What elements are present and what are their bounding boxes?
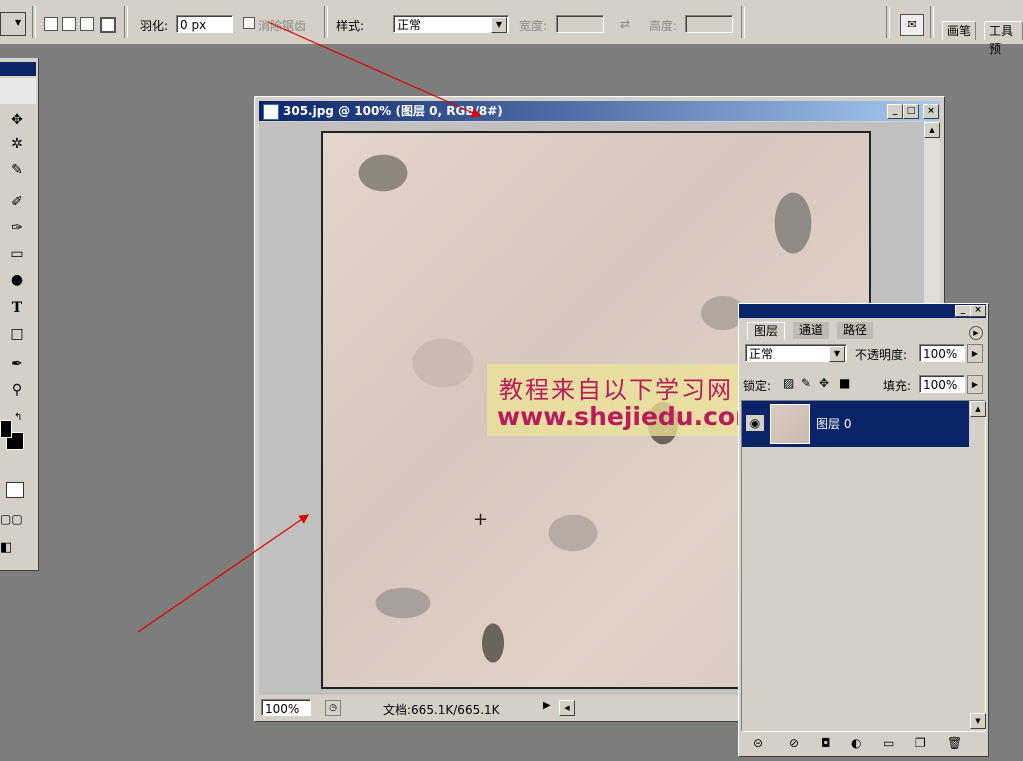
minimize-icon[interactable]: _	[887, 104, 903, 119]
eyedropper-icon[interactable]: ✒	[6, 354, 28, 374]
status-arrow-icon[interactable]: ▶	[543, 700, 551, 711]
adjustment-layer-icon[interactable]: ◐	[851, 736, 861, 750]
panel-title-bar[interactable]: _ ×	[739, 304, 986, 318]
width-input	[556, 15, 604, 33]
opacity-arrow-icon[interactable]: ▶	[967, 344, 983, 363]
feather-logo-icon	[0, 78, 36, 104]
feather-input[interactable]: 0 px	[176, 15, 233, 33]
shape-icon[interactable]: □	[6, 324, 28, 344]
crosshair-cursor-icon: +	[473, 509, 489, 530]
blend-mode-select[interactable]: 正常 ▼	[745, 344, 847, 362]
height-input	[685, 15, 733, 33]
fill-arrow-icon[interactable]: ▶	[967, 375, 983, 394]
maximize-icon[interactable]: □	[903, 104, 919, 119]
zoom-field[interactable]: 100%	[261, 699, 311, 716]
document-title-bar[interactable]: 305.jpg @ 100% (图层 0, RGB/8#) _ □ ×	[259, 101, 940, 121]
close-icon[interactable]: ×	[923, 104, 939, 119]
tab-channels[interactable]: 通道	[793, 322, 830, 339]
scroll-up-icon[interactable]: ▲	[924, 122, 940, 138]
fill-label: 填充:	[883, 379, 912, 393]
watermark-line1: 教程来自以下学习网	[499, 376, 733, 404]
fill-input[interactable]: 100%	[919, 375, 965, 393]
watermark-line2: www.shejiedu.com	[497, 402, 762, 431]
layer-list: ◉ 图层 0 ▲ ▼	[741, 400, 986, 732]
new-layer-icon[interactable]: ❐	[915, 736, 926, 750]
healing-brush-icon[interactable]: ✎	[6, 160, 28, 180]
lock-position-icon[interactable]: ✥	[819, 376, 829, 390]
layer-mask-icon[interactable]: ◘	[821, 736, 831, 750]
doc-info: 文档:665.1K/665.1K	[383, 703, 500, 717]
trash-icon[interactable]: 🗑	[947, 736, 962, 750]
width-label: 宽度:	[519, 19, 548, 33]
layer-row[interactable]: ◉ 图层 0	[742, 401, 969, 447]
layers-panel: _ × 图层 通道 路径 ▶ 正常 ▼ 不透明度: 100% ▶ 锁定: ▨ ✎…	[738, 303, 989, 757]
style-select[interactable]: 正常 ▼	[393, 15, 509, 33]
options-bar: ▼ 羽化: 0 px 消除锯齿 样式: 正常 ▼ 宽度: ⇄ 高度: ✉ 画笔 …	[0, 0, 1023, 56]
chevron-down-icon: ▼	[491, 17, 507, 33]
antialias-checkbox[interactable]	[243, 17, 255, 29]
intersect-selection-icon[interactable]	[100, 17, 116, 33]
eye-icon[interactable]: ◉	[746, 415, 764, 431]
document-icon	[263, 104, 279, 120]
scroll-up-icon[interactable]: ▲	[970, 401, 986, 417]
quick-mask-icon[interactable]	[6, 482, 24, 498]
chevron-down-icon: ▼	[829, 346, 845, 362]
opacity-label: 不透明度:	[855, 348, 908, 362]
palette-well-icon[interactable]: ✉	[900, 14, 924, 36]
minimize-icon[interactable]: _	[955, 305, 971, 317]
tab-brushes[interactable]: 画笔	[942, 21, 977, 40]
screen-mode-icon[interactable]: ▢▢	[0, 512, 30, 526]
close-icon[interactable]: ×	[970, 305, 986, 317]
lock-transparency-icon[interactable]: ▨	[783, 376, 794, 390]
lock-paint-icon[interactable]: ✎	[801, 376, 811, 390]
foreground-color-swatch[interactable]	[0, 420, 12, 438]
layer-name: 图层 0	[816, 417, 852, 431]
subtract-selection-icon[interactable]	[80, 17, 94, 31]
chevron-down-icon: ▼	[15, 18, 22, 27]
magic-wand-icon[interactable]: ✲	[6, 134, 28, 154]
add-selection-icon[interactable]	[62, 17, 76, 31]
layer-style-icon[interactable]: ⊘	[789, 736, 799, 750]
tab-layers[interactable]: 图层	[747, 322, 786, 340]
link-icon[interactable]: ⊝	[753, 736, 763, 750]
lock-label: 锁定:	[743, 379, 772, 393]
jump-to-imageready-icon[interactable]: ◧	[0, 540, 30, 558]
history-brush-icon[interactable]: ✑	[6, 218, 28, 238]
tab-paths[interactable]: 路径	[837, 322, 874, 339]
feather-label: 羽化:	[140, 19, 169, 33]
panel-menu-icon[interactable]: ▶	[969, 326, 983, 340]
opacity-input[interactable]: 100%	[919, 344, 965, 362]
tool-preset-picker[interactable]: ▼	[0, 12, 26, 36]
style-label: 样式:	[336, 19, 365, 33]
zoom-icon[interactable]: ⚲	[6, 380, 28, 400]
style-select-value: 正常	[397, 18, 422, 32]
antialias-label: 消除锯齿	[258, 19, 307, 33]
swap-colors-icon[interactable]: ↰	[14, 412, 22, 423]
document-title: 305.jpg @ 100% (图层 0, RGB/8#)	[283, 104, 503, 118]
new-group-icon[interactable]: ▭	[883, 736, 894, 750]
tab-tool-presets[interactable]: 工具预	[984, 21, 1023, 56]
lock-all-icon[interactable]: ■	[839, 376, 850, 390]
scroll-down-icon[interactable]: ▼	[970, 713, 986, 729]
gradient-icon[interactable]: ▭	[6, 244, 28, 264]
blend-mode-value: 正常	[749, 347, 774, 361]
layer-thumbnail	[770, 404, 810, 444]
type-icon[interactable]: T	[6, 298, 28, 318]
scroll-left-icon[interactable]: ◀	[559, 700, 575, 716]
brush-icon[interactable]: ✐	[6, 192, 28, 212]
new-selection-icon[interactable]	[44, 17, 58, 31]
swap-icon: ⇄	[620, 17, 631, 31]
toolbox-header	[0, 62, 36, 76]
status-menu-icon[interactable]: ◷	[325, 700, 341, 716]
toolbox: ✥ ✲ ✎ ✐ ✑ ▭ ● T □ ✒ ⚲ ↰ ▢▢ ◧	[0, 58, 39, 571]
height-label: 高度:	[649, 19, 678, 33]
move-icon[interactable]: ✥	[6, 110, 28, 130]
burn-icon[interactable]: ●	[6, 270, 28, 290]
